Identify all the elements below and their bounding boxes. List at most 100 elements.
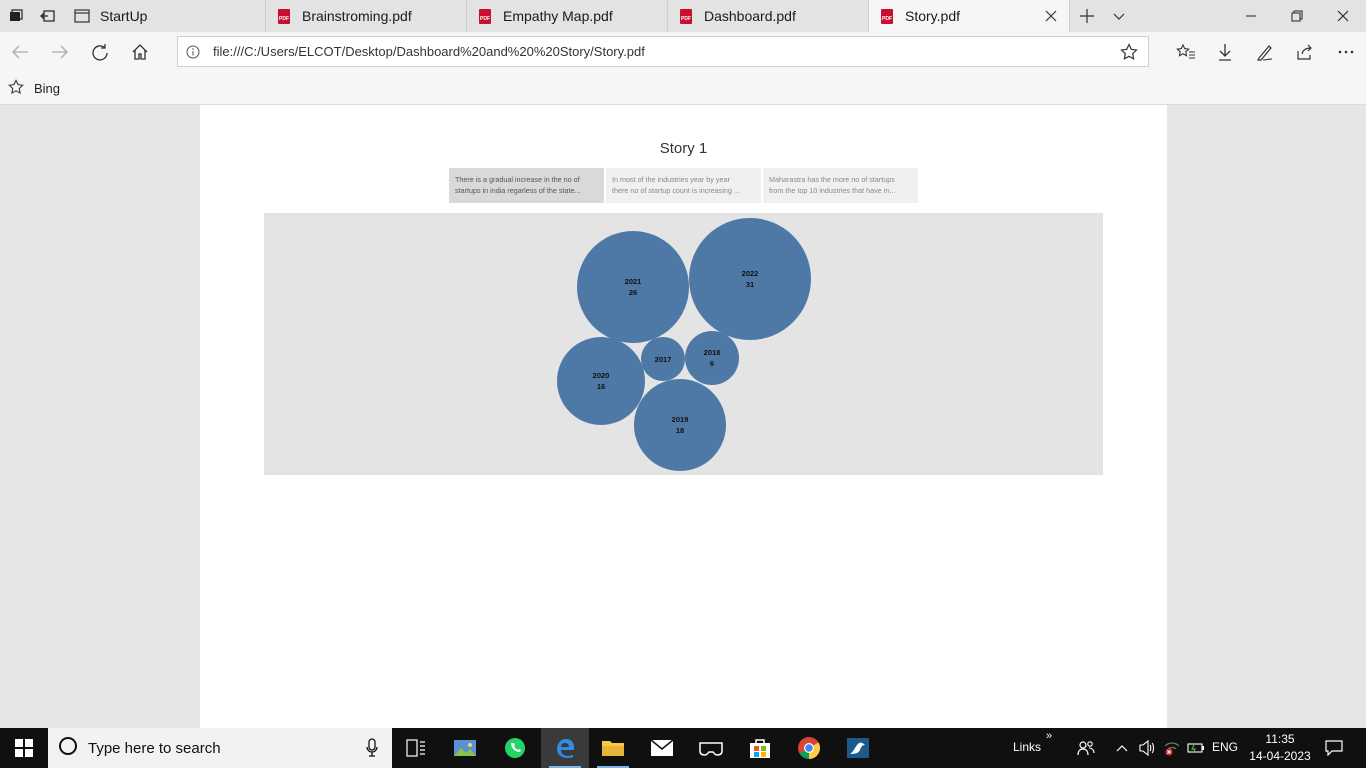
bubble-chart-svg: 2022 31 2021 26 2019 18 2020 16 2018 6 2017	[557, 218, 811, 471]
downloads-icon[interactable]	[1209, 36, 1241, 68]
back-icon[interactable]	[4, 36, 36, 68]
taskbar: Type here to search Links » ENG 11:35 14…	[0, 728, 1366, 768]
tab-empathy-map[interactable]: PDF Empathy Map.pdf	[467, 0, 668, 32]
bubble-2017[interactable]: 2017	[641, 337, 685, 381]
network-disconnected-icon[interactable]	[1160, 728, 1184, 768]
bubble-value-label: 16	[597, 382, 605, 391]
volume-icon[interactable]	[1134, 728, 1160, 768]
pdf-icon: PDF	[276, 8, 292, 24]
edge-browser-icon[interactable]	[541, 728, 589, 768]
bubble-circle	[577, 231, 689, 343]
bubble-value-label: 18	[676, 426, 684, 435]
story-point-2[interactable]: In most of the industries year by year t…	[606, 168, 761, 203]
clock[interactable]: 11:35 14-04-2023	[1248, 731, 1312, 765]
story-point-text: In most of the industries year by year	[612, 175, 730, 184]
refresh-icon[interactable]	[84, 36, 116, 68]
search-placeholder: Type here to search	[88, 739, 221, 757]
star-icon	[8, 79, 24, 98]
task-view-icon[interactable]	[392, 728, 440, 768]
tab-startup[interactable]: StartUp	[64, 0, 266, 32]
mysql-workbench-icon[interactable]	[834, 728, 882, 768]
search-icon	[58, 736, 78, 760]
bubble-year-label: 2018	[704, 348, 721, 357]
bubble-2018[interactable]: 2018 6	[685, 331, 739, 385]
tab-story[interactable]: PDF Story.pdf	[869, 0, 1070, 32]
tab-label: Brainstroming.pdf	[302, 8, 412, 24]
close-window-icon[interactable]	[1320, 0, 1366, 32]
tab-preview-chevron-icon[interactable]	[1103, 0, 1135, 32]
microphone-icon[interactable]	[366, 738, 378, 762]
address-url[interactable]: file:///C:/Users/ELCOT/Desktop/Dashboard…	[213, 44, 645, 59]
pdf-icon: PDF	[678, 8, 694, 24]
story-title: Story 1	[659, 140, 708, 157]
page-icon	[74, 8, 90, 24]
tab-actions-icon[interactable]	[0, 0, 32, 32]
clock-time: 11:35	[1265, 732, 1295, 746]
language-indicator[interactable]: ENG	[1212, 740, 1238, 754]
bubble-circle	[557, 337, 645, 425]
navigation-bar: file:///C:/Users/ELCOT/Desktop/Dashboard…	[0, 32, 1366, 72]
chrome-icon[interactable]	[785, 728, 833, 768]
restore-icon[interactable]	[1274, 0, 1320, 32]
close-tab-icon[interactable]	[1043, 8, 1059, 24]
photos-app-icon[interactable]	[441, 728, 489, 768]
clock-date: 14-04-2023	[1249, 749, 1311, 763]
taskbar-search[interactable]: Type here to search	[48, 728, 392, 768]
whatsapp-icon[interactable]	[491, 728, 539, 768]
file-explorer-icon[interactable]	[589, 728, 637, 768]
windows-start-icon[interactable]	[0, 728, 48, 768]
favorite-bing[interactable]: Bing	[8, 79, 60, 98]
bubble-circle	[634, 379, 726, 471]
pdf-page: Story 1 There is a gradual increase in t…	[200, 105, 1167, 728]
battery-icon[interactable]	[1184, 728, 1208, 768]
bubble-year-label: 2022	[742, 269, 759, 278]
info-icon[interactable]	[178, 45, 208, 59]
chevron-right-double-icon[interactable]: »	[1046, 730, 1052, 742]
show-hidden-icons-chevron-icon[interactable]	[1110, 728, 1134, 768]
new-tab-icon[interactable]	[1071, 0, 1103, 32]
pdf-icon: PDF	[477, 8, 493, 24]
tab-label: Story.pdf	[905, 8, 960, 24]
story-point-text: startups in india regarless of the state…	[455, 186, 581, 195]
forward-icon[interactable]	[44, 36, 76, 68]
store-icon[interactable]	[736, 728, 784, 768]
bubble-year-label: 2019	[672, 415, 689, 424]
action-center-icon[interactable]	[1314, 728, 1354, 768]
tab-label: StartUp	[100, 8, 148, 24]
mixed-reality-icon[interactable]	[687, 728, 735, 768]
tab-dashboard[interactable]: PDF Dashboard.pdf	[668, 0, 869, 32]
bubble-2022[interactable]: 2022 31	[689, 218, 811, 340]
add-favorite-star-icon[interactable]	[1120, 43, 1138, 64]
bubble-circle	[689, 218, 811, 340]
story-point-3[interactable]: Maharastra has the more no of startups f…	[763, 168, 918, 203]
pen-notes-icon[interactable]	[1249, 36, 1281, 68]
favorites-hub-icon[interactable]	[1170, 36, 1202, 68]
tab-label: Empathy Map.pdf	[503, 8, 613, 24]
home-icon[interactable]	[124, 36, 156, 68]
people-icon[interactable]	[1068, 728, 1104, 768]
pdf-icon: PDF	[879, 8, 895, 24]
bubble-chart: 2022 31 2021 26 2019 18 2020 16 2018 6 2017	[264, 213, 1103, 475]
bubble-circle	[685, 331, 739, 385]
links-toolbar[interactable]: Links	[1013, 740, 1041, 754]
set-tabs-aside-icon[interactable]	[32, 0, 64, 32]
tab-brainstroming[interactable]: PDF Brainstroming.pdf	[266, 0, 467, 32]
bubble-year-label: 2021	[625, 277, 642, 286]
pdf-viewer: Story 1 There is a gradual increase in t…	[0, 105, 1366, 728]
share-icon[interactable]	[1289, 36, 1321, 68]
bubble-value-label: 31	[746, 280, 754, 289]
address-bar[interactable]: file:///C:/Users/ELCOT/Desktop/Dashboard…	[177, 36, 1149, 67]
bubble-value-label: 6	[710, 359, 714, 368]
favorites-bar: Bing	[0, 72, 1366, 105]
more-options-icon[interactable]	[1330, 36, 1362, 68]
bubble-2019[interactable]: 2019 18	[634, 379, 726, 471]
bubble-2020[interactable]: 2020 16	[557, 337, 645, 425]
bubble-2021[interactable]: 2021 26	[577, 231, 689, 343]
story-point-text: There is a gradual increase in the no of	[455, 175, 580, 184]
bubble-year-label: 2020	[593, 371, 610, 380]
tab-label: Dashboard.pdf	[704, 8, 796, 24]
mail-icon[interactable]	[638, 728, 686, 768]
minimize-icon[interactable]	[1228, 0, 1274, 32]
story-point-text: there no of startup count is increasing …	[612, 186, 740, 195]
story-point-1[interactable]: There is a gradual increase in the no of…	[449, 168, 604, 203]
